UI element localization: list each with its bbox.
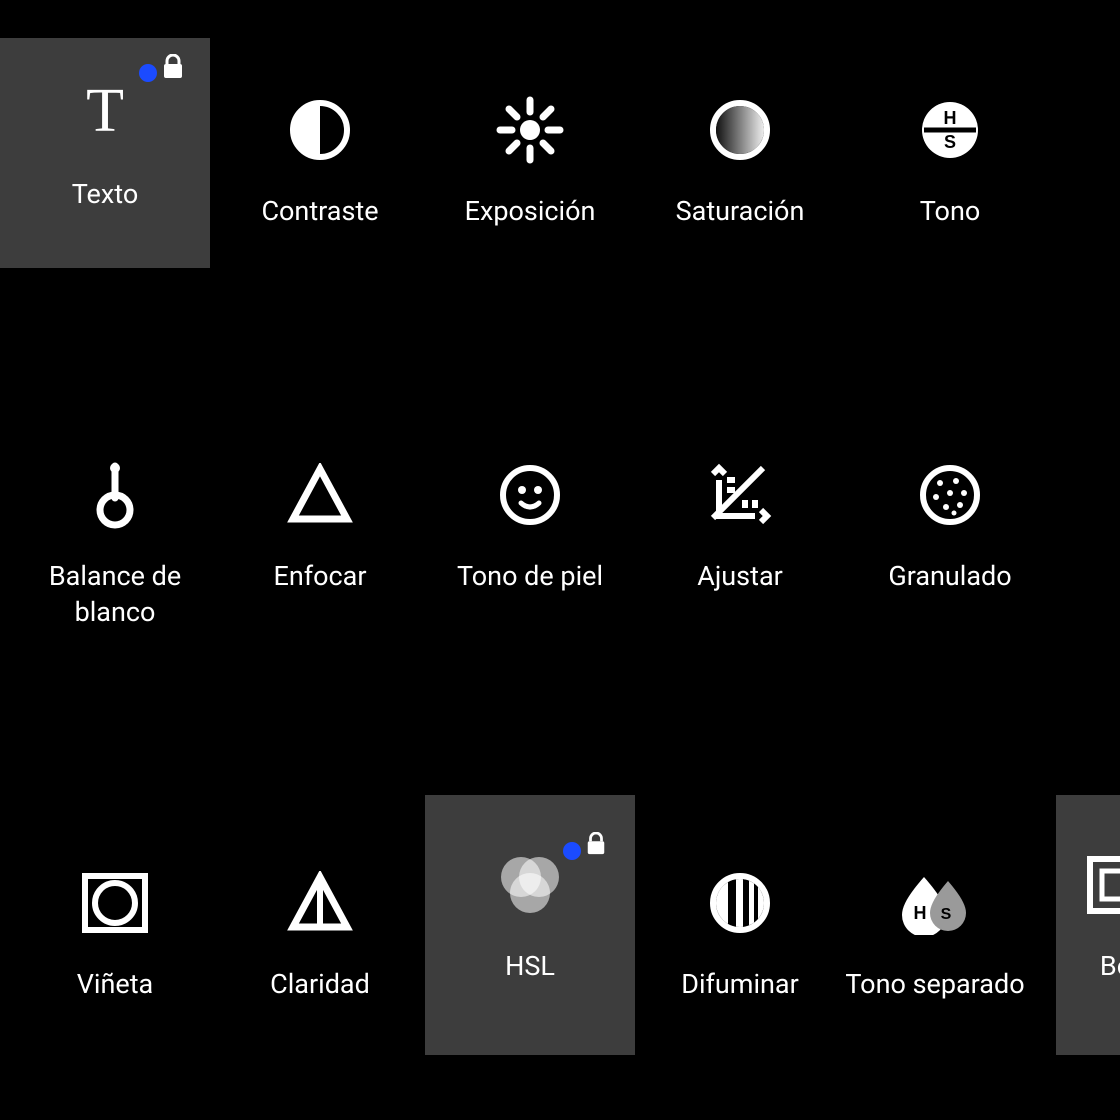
svg-text:T: T xyxy=(86,79,124,145)
tool-tono[interactable]: H S Tono xyxy=(845,55,1055,229)
hsl-icon xyxy=(493,840,567,930)
tool-label: Balance de blanco xyxy=(49,558,181,631)
crop-icon xyxy=(1084,840,1120,930)
badge-dot-icon xyxy=(139,64,157,82)
text-icon: T xyxy=(71,68,139,158)
tool-label: Texto xyxy=(72,176,139,212)
tool-tono-separado[interactable]: H S Tono separado xyxy=(820,828,1050,1002)
sharpen-icon xyxy=(285,450,355,540)
tool-saturacion[interactable]: Saturación xyxy=(635,55,845,229)
svg-text:H: H xyxy=(914,903,927,923)
tool-label: Tono de piel xyxy=(457,558,603,594)
tool-exposicion[interactable]: Exposición xyxy=(425,55,635,229)
contrast-icon xyxy=(288,85,352,175)
adjust-icon xyxy=(705,450,775,540)
tool-enfocar[interactable]: Enfocar xyxy=(215,420,425,594)
svg-text:H: H xyxy=(944,108,957,128)
tool-label: Claridad xyxy=(270,966,370,1002)
tool-label: Viñeta xyxy=(77,966,154,1002)
tool-hsl[interactable]: HSL xyxy=(425,795,635,1055)
white-balance-icon xyxy=(91,450,139,540)
split-tone-icon: H S xyxy=(896,858,974,948)
grain-icon xyxy=(918,450,982,540)
tool-difuminar[interactable]: Difuminar xyxy=(635,828,845,1002)
tool-granulado[interactable]: Granulado xyxy=(845,420,1055,594)
tone-icon: H S xyxy=(918,85,982,175)
clarity-icon xyxy=(285,858,355,948)
tool-label: Bo xyxy=(1100,948,1120,984)
vignette-icon xyxy=(81,858,149,948)
skin-tone-icon xyxy=(498,450,562,540)
saturation-icon xyxy=(708,85,772,175)
tool-label: Difuminar xyxy=(681,966,799,1002)
tool-ajustar[interactable]: Ajustar xyxy=(635,420,845,594)
tool-grid: T Texto Contraste xyxy=(0,0,1120,1120)
tool-bo[interactable]: Bo xyxy=(1056,795,1120,1055)
svg-text:S: S xyxy=(944,132,956,152)
tool-label: Enfocar xyxy=(273,558,366,594)
tool-balance-blanco[interactable]: Balance de blanco xyxy=(10,420,220,631)
tool-label: Contraste xyxy=(261,193,378,229)
badge-dot-icon xyxy=(563,842,581,860)
fade-icon xyxy=(708,858,772,948)
lock-icon xyxy=(585,832,607,856)
lock-icon xyxy=(161,54,185,80)
tool-texto[interactable]: T Texto xyxy=(0,38,210,268)
tool-label: Granulado xyxy=(888,558,1011,594)
tool-contraste[interactable]: Contraste xyxy=(215,55,425,229)
tool-label: Tono separado xyxy=(845,966,1024,1002)
tool-label: Saturación xyxy=(676,193,805,229)
tool-label: Exposición xyxy=(465,193,596,229)
exposure-icon xyxy=(494,85,566,175)
tool-label: Tono xyxy=(920,193,981,229)
svg-text:S: S xyxy=(941,906,952,923)
tool-label: Ajustar xyxy=(697,558,783,594)
tool-tono-piel[interactable]: Tono de piel xyxy=(425,420,635,594)
tool-claridad[interactable]: Claridad xyxy=(215,828,425,1002)
tool-label: HSL xyxy=(505,948,555,984)
tool-vineta[interactable]: Viñeta xyxy=(10,828,220,1002)
